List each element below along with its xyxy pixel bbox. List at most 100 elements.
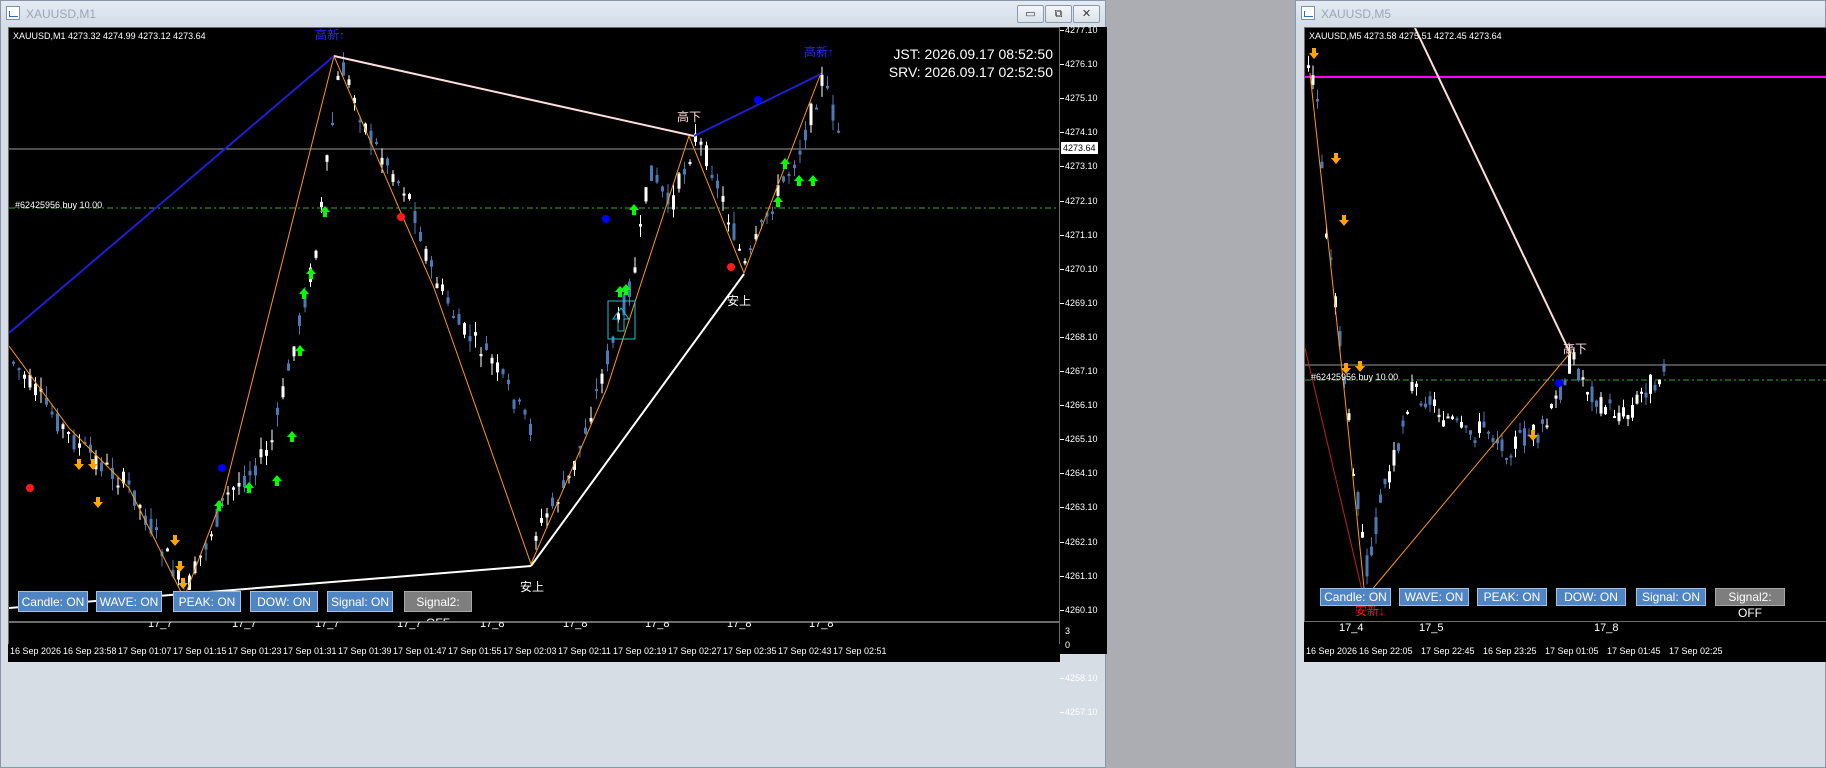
candle-toggle-button[interactable]: Candle: ON xyxy=(18,591,88,612)
price-label: 4273.10 xyxy=(1065,161,1098,172)
candle-body xyxy=(1649,374,1652,394)
candle-body xyxy=(1365,555,1369,577)
signal-toggle-button-m5[interactable]: Signal: ON xyxy=(1636,588,1706,606)
dow-toggle-button-m5[interactable]: DOW: ON xyxy=(1556,588,1626,606)
orange-down-arrow-icon xyxy=(1339,215,1349,226)
white-support-line-2 xyxy=(530,273,745,567)
candle-body xyxy=(798,150,802,155)
green-up-arrow-icon xyxy=(794,175,804,186)
time-label: 17 Sep 01:39 xyxy=(338,646,392,656)
orange-down-arrow-icon xyxy=(178,578,188,589)
candle-body xyxy=(1523,428,1526,446)
pink-trend-line xyxy=(333,55,695,137)
wave-label: 17_7 xyxy=(148,622,173,630)
blue-trend-line-2 xyxy=(693,73,822,137)
low-up-label-2: 安上 xyxy=(727,294,752,308)
candle-body xyxy=(1622,407,1625,417)
title-bar-m5[interactable]: XAUUSD,M5 xyxy=(1296,1,1825,27)
price-label: 4271.10 xyxy=(1065,229,1098,240)
high-new-label-2: 高新↑ xyxy=(804,45,835,59)
candle-body xyxy=(1613,416,1616,419)
wave-toggle-button[interactable]: WAVE: ON xyxy=(96,591,162,612)
orange-down-arrow-icon xyxy=(74,459,84,470)
candle-body xyxy=(276,407,279,415)
candle-body xyxy=(1311,75,1315,85)
candle-body xyxy=(1554,395,1558,399)
candle-body xyxy=(441,284,444,292)
m1-plot-area[interactable]: XAUUSD,M1 4273.32 4274.99 4273.12 4273.6… xyxy=(8,27,1060,622)
signal2-toggle-button-m5[interactable]: Signal2: OFF xyxy=(1715,588,1785,620)
candle-body xyxy=(1424,403,1427,408)
peak-toggle-button-m5[interactable]: PEAK: ON xyxy=(1477,588,1547,606)
price-axis[interactable]: 4277.10 4276.10 4275.10 4274.10 4273.10 4272.… xyxy=(1060,25,1107,717)
axis-tick xyxy=(1060,371,1064,372)
candle-body xyxy=(1500,439,1504,451)
time-label: 17 Sep 01:07 xyxy=(118,646,172,656)
candle-body xyxy=(287,363,290,371)
candle-body xyxy=(633,267,637,273)
order-label: #62425956 buy 10.00 xyxy=(15,200,103,210)
minimize-button[interactable]: ▭ xyxy=(1017,5,1044,23)
candle-body xyxy=(518,399,521,402)
time-axis-m5[interactable]: 17_4 17_5 17_8 16 Sep 2026 16 Sep 22:05 17 Se… xyxy=(1304,622,1826,662)
candle-body xyxy=(1383,478,1387,485)
time-label: 17 Sep 01:47 xyxy=(393,646,447,656)
close-button[interactable]: ✕ xyxy=(1073,5,1100,23)
candle-body xyxy=(1586,392,1589,395)
candle-body xyxy=(210,534,213,537)
candle-body xyxy=(402,193,406,196)
chart-window-m5[interactable]: XAUUSD,M5 XAUUSD,M5 4273.58 4275.51 4272… xyxy=(1295,0,1826,768)
price-label: 4267.10 xyxy=(1065,366,1098,376)
candle-body xyxy=(100,462,103,472)
title-bar[interactable]: XAUUSD,M1 ▭ ⧉ ✕ xyxy=(1,1,1105,27)
candle-body xyxy=(298,315,301,326)
orange-down-arrow-icon xyxy=(1309,48,1319,59)
wave-toggle-button-m5[interactable]: WAVE: ON xyxy=(1399,588,1469,606)
candle-body xyxy=(600,373,604,384)
candle-body xyxy=(837,130,840,133)
candle-body xyxy=(1419,403,1423,406)
candle-body xyxy=(254,465,257,476)
green-up-arrow-icon xyxy=(629,204,639,215)
green-up-arrow-icon xyxy=(299,288,309,299)
candle-body xyxy=(336,75,340,80)
m5-plot-area[interactable]: XAUUSD,M5 4273.58 4275.51 4272.45 4273.6… xyxy=(1304,27,1826,622)
axis-tick xyxy=(1060,677,1064,679)
candle-body xyxy=(683,168,686,175)
jst-time: JST: 2026.09.17 08:52:50 xyxy=(893,46,1053,62)
signal2-toggle-button[interactable]: Signal2: OFF xyxy=(404,591,472,621)
restore-button[interactable]: ⧉ xyxy=(1045,5,1072,23)
candle-body xyxy=(1518,429,1522,433)
sub-axis: 30 xyxy=(1060,622,1107,654)
candle-body xyxy=(265,450,268,456)
axis-tick xyxy=(1060,166,1064,168)
candle-body xyxy=(644,187,648,202)
chart-window-m1[interactable]: XAUUSD,M1 ▭ ⧉ ✕ XAUUSD,M1 4273.32 4274.9… xyxy=(0,0,1107,768)
candle-body xyxy=(710,174,714,179)
red-trend-line-m5 xyxy=(1305,347,1366,604)
peak-toggle-button[interactable]: PEAK: ON xyxy=(173,591,241,612)
candle-body xyxy=(485,343,488,350)
red-signal-dot xyxy=(397,213,405,221)
candle-body xyxy=(34,383,37,396)
candle-body xyxy=(243,475,246,488)
candle-body xyxy=(793,164,796,169)
price-label: 4258.10 xyxy=(1065,672,1098,683)
time-label: 17 Sep 02:19 xyxy=(613,646,667,656)
candle-body xyxy=(672,195,675,210)
candle-body xyxy=(1356,492,1360,510)
dow-toggle-button[interactable]: DOW: ON xyxy=(250,591,318,612)
candle-body xyxy=(380,157,384,165)
green-up-arrow-icon xyxy=(773,196,783,207)
candle-body xyxy=(1563,379,1567,385)
candle-body xyxy=(479,354,483,357)
candle-body xyxy=(1437,414,1441,417)
signal-toggle-button[interactable]: Signal: ON xyxy=(327,591,393,612)
axis-tick xyxy=(1060,234,1064,236)
axis-tick xyxy=(1060,541,1064,543)
candle-toggle-button-m5[interactable]: Candle: ON xyxy=(1320,588,1391,606)
candle-body xyxy=(787,174,791,177)
candle-body xyxy=(1550,404,1553,409)
orange-down-arrow-icon xyxy=(170,535,180,546)
candle-body xyxy=(1307,65,1310,68)
